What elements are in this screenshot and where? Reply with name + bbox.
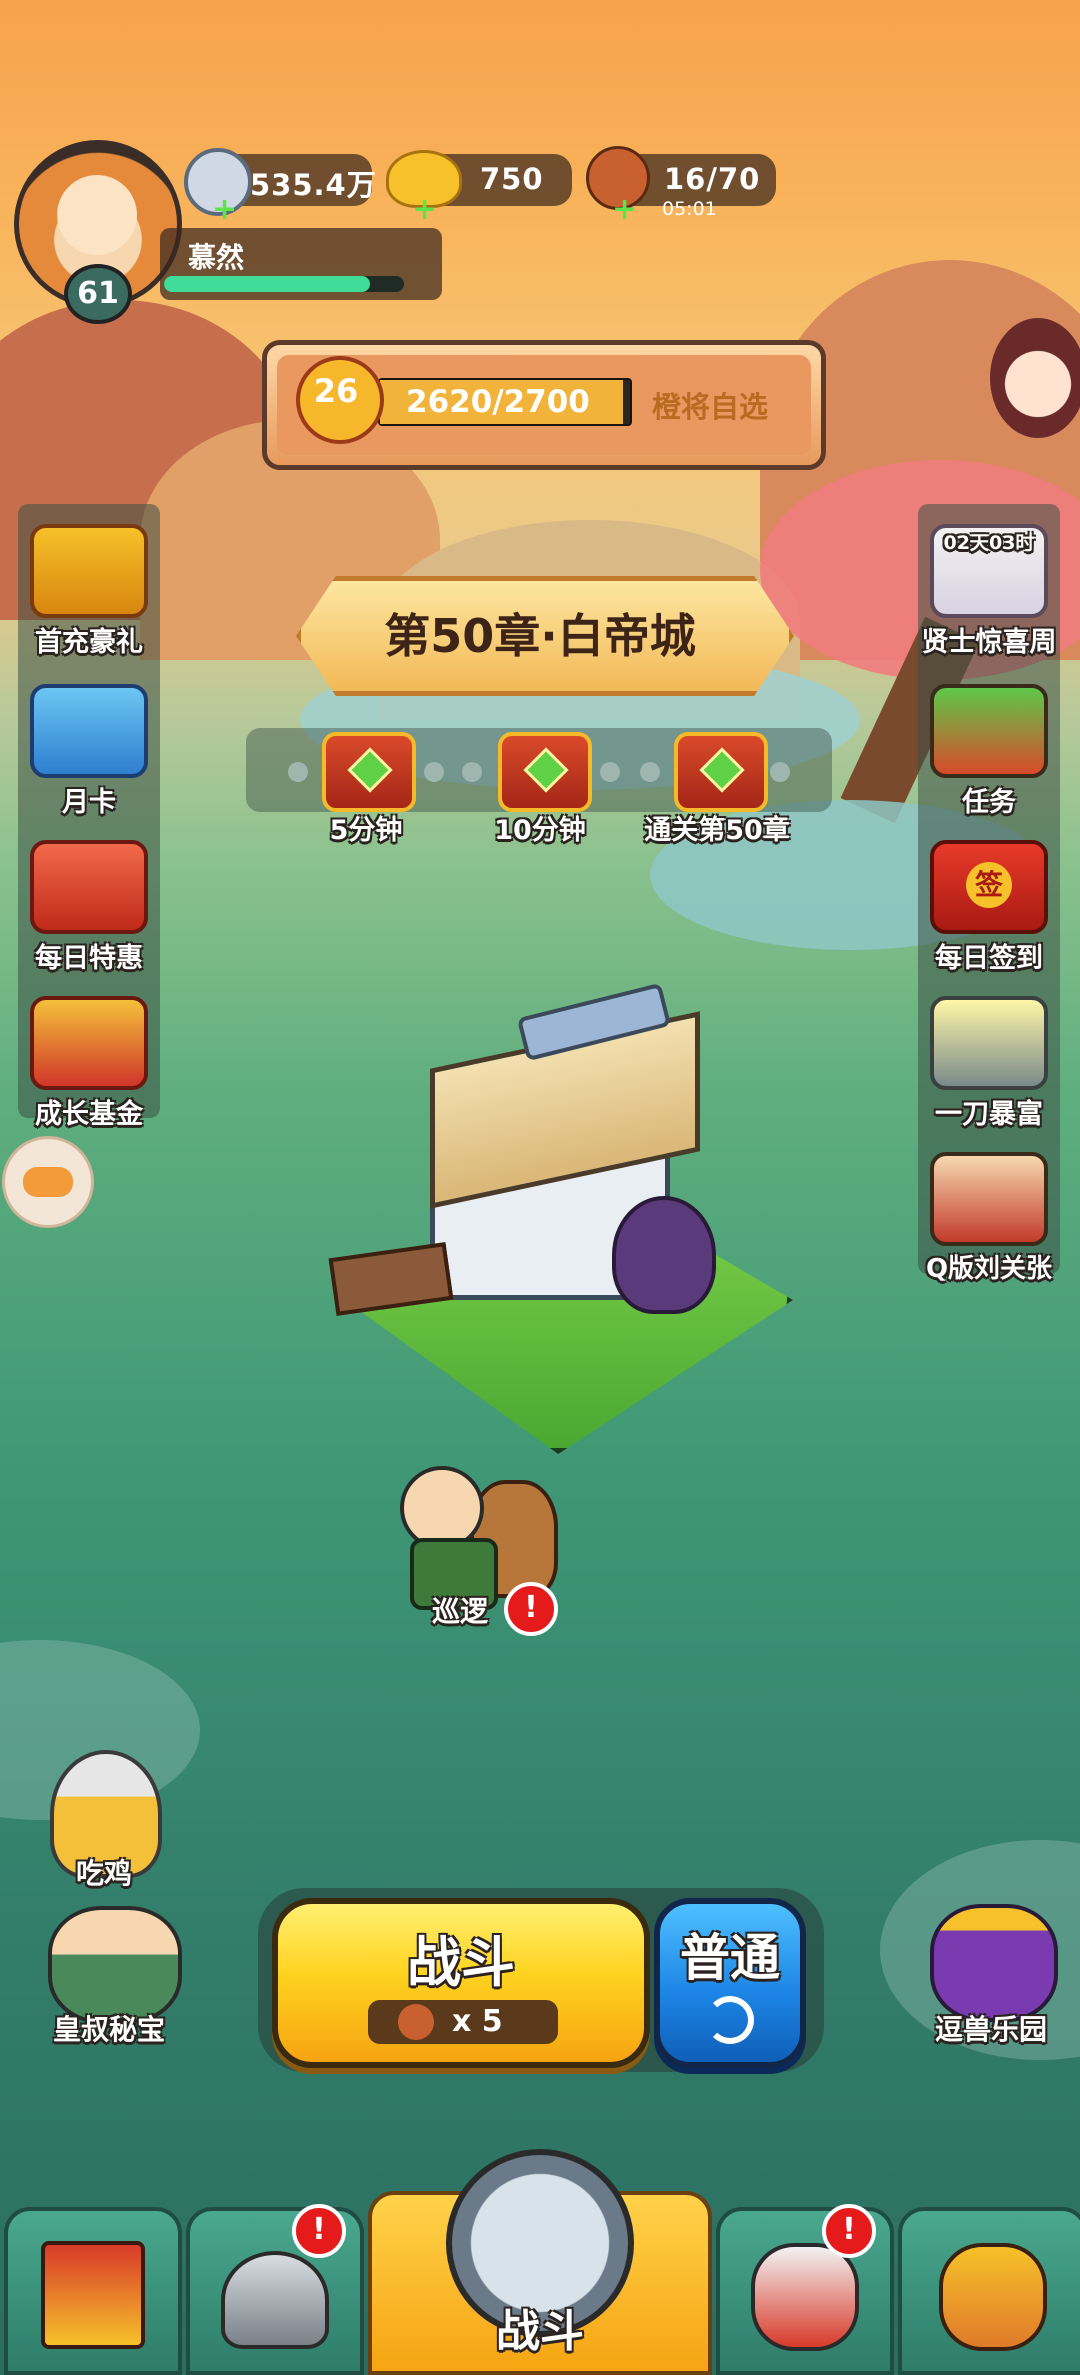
chest-label-chapter-clear: 通关第50章 <box>644 815 790 846</box>
gem-icon <box>523 747 569 793</box>
gem-icon <box>699 747 745 793</box>
beast-park-label: 逗兽乐园 <box>934 2013 1047 2046</box>
helmet-icon <box>221 2251 329 2349</box>
event-avatar-girl[interactable] <box>990 318 1080 438</box>
nav-equipment-alert-badge: ! <box>292 2204 346 2258</box>
monthly-card-button[interactable]: 月卡 <box>14 684 164 819</box>
growth-fund-button[interactable]: 成长基金 <box>14 996 164 1131</box>
nav-tab-battle[interactable]: 战斗 <box>368 2149 712 2375</box>
mode-label: 普通 <box>680 1929 780 1987</box>
chest-reward-10min[interactable] <box>498 732 592 812</box>
first-recharge-gift-label: 首充豪礼 <box>35 627 143 658</box>
battle-label: 战斗 <box>407 1931 515 1994</box>
daily-checkin-label: 每日签到 <box>935 943 1043 974</box>
patrol-alert-badge: ! <box>504 1582 558 1636</box>
stamina-add-icon[interactable]: + <box>612 192 637 227</box>
city-gate-icon <box>41 2241 145 2349</box>
patrol-label: 巡逻 <box>431 1595 488 1628</box>
sage-surprise-week-label: 贤士惊喜周 <box>921 627 1057 658</box>
gold-amount: 750 <box>480 162 544 196</box>
red-envelope-icon: 签 <box>930 840 1048 934</box>
progress-dot <box>770 762 790 782</box>
gamepad-icon <box>23 1167 73 1197</box>
refresh-icon <box>706 1996 754 2044</box>
silver-amount: 535.4万 <box>250 168 377 202</box>
gift-bag-icon <box>30 840 148 934</box>
one-slash-fortune-button[interactable]: 一刀暴富 <box>914 996 1064 1131</box>
nav-tab-city[interactable] <box>4 2207 182 2375</box>
rank-progress-text: 2620/2700 <box>406 384 590 420</box>
silver-add-icon[interactable]: + <box>212 192 237 227</box>
purple-beast-icon <box>930 1904 1058 2022</box>
rank-level: 26 <box>313 372 359 410</box>
treasure-chest-icon <box>30 524 148 618</box>
daily-checkin-button[interactable]: 签 每日签到 <box>914 840 1064 975</box>
nav-heroes-alert-badge: ! <box>822 2204 876 2258</box>
q-liu-guan-zhang-label: Q版刘关张 <box>925 1254 1053 1284</box>
player-xp-track <box>164 276 404 292</box>
chest-reward-chapter-clear[interactable] <box>674 732 768 812</box>
chapter-title: 第50章·白帝城 <box>384 609 696 663</box>
player-xp-fill <box>164 276 371 292</box>
progress-dot <box>424 762 444 782</box>
gold-add-icon[interactable]: + <box>412 192 437 227</box>
purple-bird-icon[interactable] <box>612 1196 716 1314</box>
q-liu-guan-zhang-button[interactable]: Q版刘关张 <box>914 1152 1064 1285</box>
gamepad-float-button[interactable] <box>2 1136 94 1228</box>
monthly-card-label: 月卡 <box>62 787 116 818</box>
bottom-nav: ! 战斗 ! <box>0 2149 1080 2375</box>
battle-cost-drumstick-icon <box>398 2004 434 2040</box>
progress-dot <box>640 762 660 782</box>
scroll-icon <box>930 684 1048 778</box>
corgi-face-icon <box>57 175 137 255</box>
player-level-badge: 61 <box>64 264 132 324</box>
battle-button[interactable]: 战斗 x 5 <box>272 1898 650 2068</box>
growth-fund-label: 成长基金 <box>35 1099 143 1130</box>
chicken-feature-label: 吃鸡 <box>75 1857 132 1890</box>
stamina-amount: 16/70 <box>664 162 761 196</box>
tasks-button[interactable]: 任务 <box>914 684 1064 819</box>
chest-label-10min: 10分钟 <box>494 815 586 846</box>
three-heroes-icon <box>930 1152 1048 1246</box>
mode-toggle-button[interactable]: 普通 <box>654 1898 806 2068</box>
progress-dot <box>288 762 308 782</box>
money-god-icon <box>30 996 148 1090</box>
sleeping-scholar-icon <box>48 1906 182 2024</box>
nav-tab-upgrade[interactable] <box>898 2207 1080 2375</box>
daily-deal-button[interactable]: 每日特惠 <box>14 840 164 975</box>
chest-label-5min: 5分钟 <box>329 815 403 846</box>
uncle-treasure-label: 皇叔秘宝 <box>52 2013 165 2046</box>
calendar-icon <box>30 684 148 778</box>
sage-surprise-week-button[interactable]: 02天03时 贤士惊喜周 <box>914 524 1064 659</box>
player-name: 慕然 <box>188 241 245 274</box>
daily-deal-label: 每日特惠 <box>35 943 143 974</box>
progress-dot <box>462 762 482 782</box>
rooster-hero-icon <box>751 2243 859 2351</box>
first-recharge-gift-button[interactable]: 首充豪礼 <box>14 524 164 659</box>
checkin-stamp: 签 <box>966 862 1012 908</box>
sword-strike-icon <box>930 996 1048 1090</box>
gem-icon <box>347 747 393 793</box>
fist-upgrade-icon <box>939 2243 1047 2351</box>
progress-dot <box>600 762 620 782</box>
stamina-timer: 05:01 <box>662 198 717 220</box>
sage-event-timer: 02天03时 <box>943 532 1035 554</box>
battle-cost-pill: x 5 <box>368 2000 558 2044</box>
one-slash-fortune-label: 一刀暴富 <box>935 1099 1043 1130</box>
chest-reward-5min[interactable] <box>322 732 416 812</box>
tasks-label: 任务 <box>962 787 1016 818</box>
orange-general-select-button[interactable]: 橙将自选 <box>652 384 768 426</box>
battle-cost: x 5 <box>452 2004 503 2039</box>
nav-battle-label: 战斗 <box>496 2306 584 2357</box>
